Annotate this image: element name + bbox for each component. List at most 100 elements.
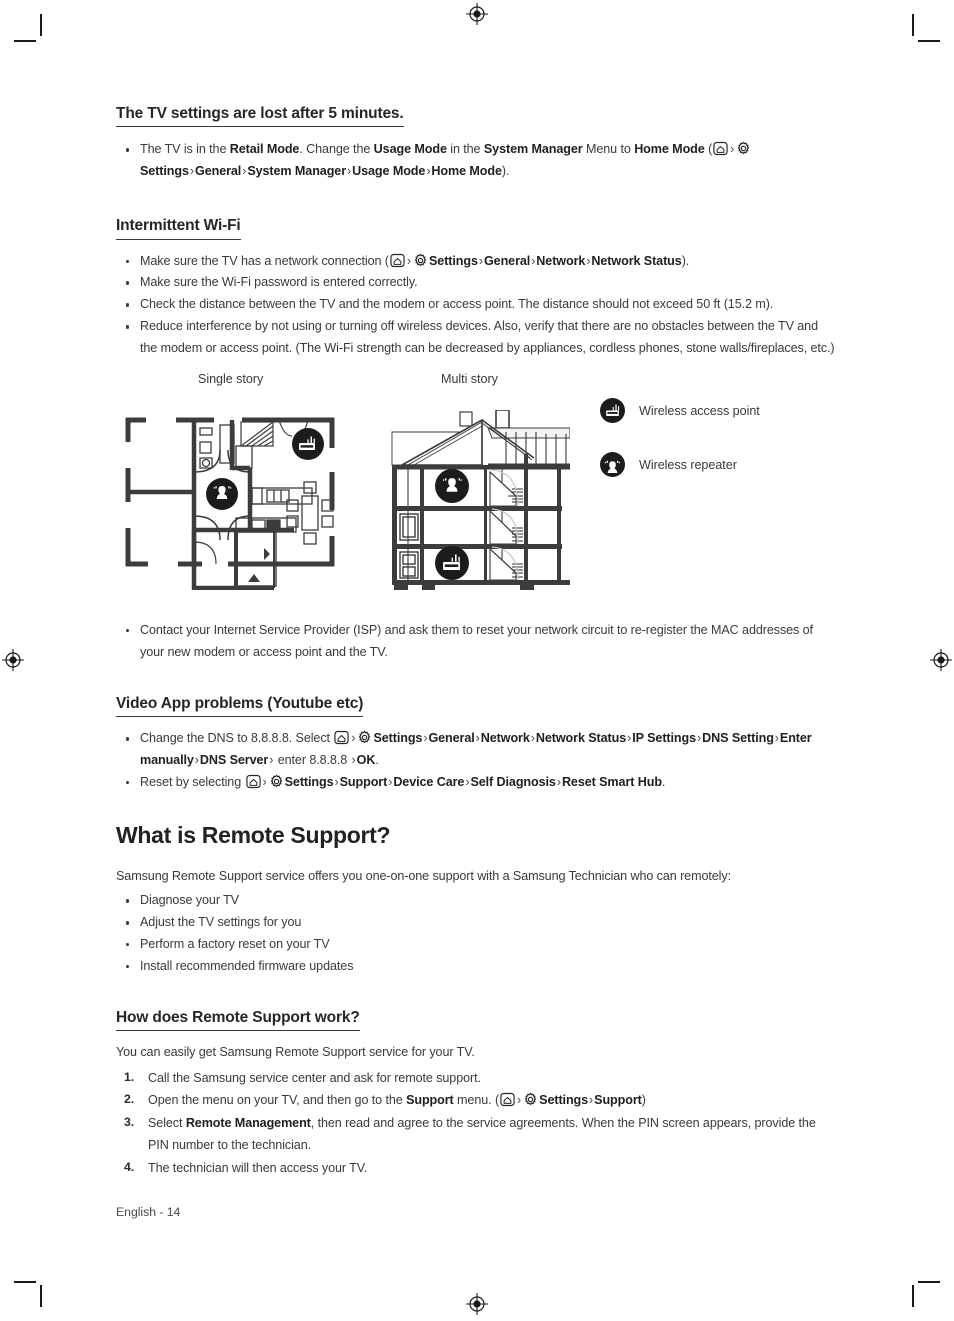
text-fragment: Make sure the TV has a network connectio… bbox=[140, 253, 389, 268]
diagram-label-single-story: Single story bbox=[198, 372, 264, 387]
crop-mark-top-left-h bbox=[14, 40, 36, 42]
term-retail-mode: Retail Mode bbox=[229, 142, 300, 157]
text-fragment: ) bbox=[641, 1093, 646, 1108]
wireless-access-point-icon bbox=[600, 398, 625, 424]
list-item: Adjust the TV settings for you bbox=[116, 912, 838, 934]
text-fragment: Change the DNS to 8.8.8.8. Select bbox=[140, 731, 334, 746]
path-network: Network bbox=[536, 253, 586, 268]
term-remote-management: Remote Management bbox=[185, 1115, 311, 1130]
path-reset-smart-hub: Reset Smart Hub bbox=[561, 775, 662, 790]
path-settings: Settings bbox=[284, 775, 334, 790]
step-number: 4. bbox=[124, 1159, 135, 1174]
text-fragment: The TV is in the bbox=[140, 142, 230, 157]
list-item: Change the DNS to 8.8.8.8. Select › Setti… bbox=[116, 728, 838, 772]
list-item: The TV is in the Retail Mode. Change the… bbox=[116, 139, 838, 183]
home-icon bbox=[334, 730, 349, 745]
path-settings: Settings bbox=[428, 253, 478, 268]
path-settings: Settings bbox=[539, 1093, 589, 1108]
crop-mark-bottom-right-v bbox=[912, 1285, 914, 1307]
path-settings: Settings bbox=[140, 164, 189, 179]
list-item: 4. The technician will then access your T… bbox=[116, 1157, 838, 1179]
list-item: Diagnose your TV bbox=[116, 890, 838, 912]
path-network: Network bbox=[480, 731, 530, 746]
crop-mark-bottom-left-v bbox=[40, 1285, 42, 1307]
heading-what-is-remote-support: What is Remote Support? bbox=[116, 822, 391, 848]
path-network-status: Network Status bbox=[591, 253, 682, 268]
settings-gear-icon bbox=[736, 141, 751, 156]
text-fragment: in the bbox=[446, 142, 484, 157]
path-general: General bbox=[428, 731, 475, 746]
path-dns-setting: DNS Setting bbox=[702, 731, 774, 746]
text-fragment: Call the Samsung service center and ask … bbox=[148, 1070, 481, 1085]
path-settings: Settings bbox=[373, 731, 423, 746]
term-system-manager: System Manager bbox=[483, 142, 583, 157]
crop-mark-bottom-left-h bbox=[14, 1281, 36, 1283]
path-dns-server: DNS Server bbox=[199, 753, 269, 768]
list-item: Make sure the Wi-Fi password is entered … bbox=[116, 272, 838, 294]
text-fragment: Reset by selecting bbox=[140, 775, 245, 790]
heading-tv-settings-lost: The TV settings are lost after 5 minutes… bbox=[116, 104, 404, 128]
chevron-separator: › bbox=[730, 142, 735, 157]
list-item: Perform a factory reset on your TV bbox=[116, 934, 838, 956]
heading-intermittent-wifi: Intermittent Wi-Fi bbox=[116, 216, 241, 240]
text-fragment: . bbox=[375, 753, 379, 768]
list-item: 1. Call the Samsung service center and as… bbox=[116, 1067, 838, 1089]
step-number: 3. bbox=[124, 1114, 135, 1129]
page-footer: English - 14 bbox=[116, 1205, 181, 1219]
heading-how-remote-support-works: How does Remote Support work? bbox=[116, 1008, 360, 1032]
how-works-intro: You can easily get Samsung Remote Suppor… bbox=[116, 1045, 475, 1060]
wifi-placement-diagrams: Single story Multi story Wireless access… bbox=[116, 372, 838, 602]
chevron-separator: › bbox=[517, 1093, 522, 1108]
home-icon bbox=[713, 141, 728, 156]
text-fragment: enter 8.8.8.8 bbox=[274, 753, 351, 768]
multi-story-crosssection bbox=[384, 409, 571, 595]
chevron-separator: › bbox=[351, 731, 356, 746]
settings-gear-icon bbox=[413, 253, 428, 268]
text-fragment: . bbox=[661, 775, 666, 790]
legend-wireless-access-point: Wireless access point bbox=[600, 398, 760, 424]
term-support: Support bbox=[406, 1093, 454, 1108]
path-general: General bbox=[195, 164, 242, 179]
home-icon bbox=[500, 1092, 515, 1107]
text-fragment: menu. ( bbox=[453, 1093, 500, 1108]
text-fragment: Open the menu on your TV, and then go to… bbox=[148, 1093, 407, 1108]
text-fragment: ). bbox=[681, 253, 690, 268]
path-device-care: Device Care bbox=[393, 775, 465, 790]
step-number: 2. bbox=[124, 1092, 135, 1107]
text-fragment: ( bbox=[704, 142, 713, 157]
registration-mark-right bbox=[930, 649, 952, 671]
home-icon bbox=[390, 253, 405, 268]
list-item: Check the distance between the TV and th… bbox=[116, 294, 838, 316]
chevron-separator: › bbox=[406, 253, 411, 268]
section-what-is-remote-support: What is Remote Support? Samsung Remote S… bbox=[116, 822, 838, 978]
list-item: 3. Select Remote Management, then read an… bbox=[116, 1112, 838, 1157]
remote-support-intro: Samsung Remote Support service offers yo… bbox=[116, 868, 731, 883]
wifi-bullet-list-isp: Contact your Internet Service Provider (… bbox=[116, 620, 838, 664]
single-story-floorplan bbox=[124, 410, 346, 595]
path-support: Support bbox=[339, 775, 388, 790]
legend-label: Wireless repeater bbox=[639, 457, 737, 472]
term-usage-mode: Usage Mode bbox=[373, 142, 447, 157]
text-fragment: The technician will then access your TV. bbox=[148, 1160, 368, 1175]
wireless-repeater-icon bbox=[600, 452, 625, 478]
tv-settings-bullet-list: The TV is in the Retail Mode. Change the… bbox=[116, 139, 838, 183]
path-network-status: Network Status bbox=[535, 731, 627, 746]
list-item: 2. Open the menu on your TV, and then go … bbox=[116, 1089, 838, 1111]
page-content: The TV settings are lost after 5 minutes… bbox=[116, 104, 838, 1179]
text-fragment: Menu to bbox=[582, 142, 635, 157]
path-ip-settings: IP Settings bbox=[632, 731, 697, 746]
video-app-bullet-list: Change the DNS to 8.8.8.8. Select › Setti… bbox=[116, 728, 838, 794]
list-item: Reduce interference by not using or turn… bbox=[116, 316, 838, 360]
list-item: Make sure the TV has a network connectio… bbox=[116, 251, 838, 273]
list-item: Reset by selecting › Settings›Support›Dev… bbox=[116, 772, 838, 794]
path-system-manager: System Manager bbox=[247, 164, 347, 179]
section-how-remote-support-works: How does Remote Support work? You can ea… bbox=[116, 1008, 838, 1179]
text-fragment: . Change the bbox=[299, 142, 374, 157]
registration-mark-top bbox=[466, 3, 488, 25]
home-icon bbox=[245, 774, 261, 789]
path-support: Support bbox=[594, 1093, 642, 1108]
path-usage-mode: Usage Mode bbox=[352, 164, 426, 179]
path-ok: OK bbox=[356, 753, 376, 768]
chevron-separator: › bbox=[262, 775, 267, 790]
crop-mark-top-right-h bbox=[918, 40, 940, 42]
